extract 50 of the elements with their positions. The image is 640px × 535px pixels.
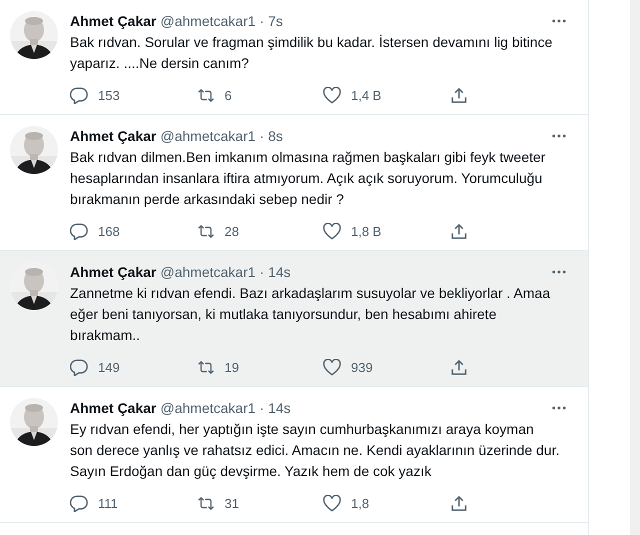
reply-count: 153 xyxy=(98,88,120,102)
reply-icon[interactable] xyxy=(70,494,88,512)
tweet-time[interactable]: · 8s xyxy=(260,128,283,144)
reply-count: 168 xyxy=(98,224,120,238)
more-icon[interactable] xyxy=(552,406,566,410)
share-icon[interactable] xyxy=(450,86,468,104)
retweet-count: 28 xyxy=(224,224,239,238)
author-name[interactable]: Ahmet Çakar xyxy=(70,264,156,280)
share-icon[interactable] xyxy=(450,494,468,512)
retweet-icon[interactable] xyxy=(196,358,214,376)
author-name[interactable]: Ahmet Çakar xyxy=(70,13,156,29)
retweet-count: 6 xyxy=(224,88,232,102)
share-icon[interactable] xyxy=(450,222,468,240)
more-icon[interactable] xyxy=(552,19,566,23)
heart-icon[interactable] xyxy=(323,86,341,104)
like-count: 1,4 B xyxy=(351,88,382,102)
author-handle[interactable]: @ahmetcakar1 xyxy=(160,264,256,280)
tweet-text: Zannetme ki rıdvan efendi. Bazı arkadaşlarım susuyolar ve bekliyorlar . Amaa eğer beni tanıyorsan, ki mutlaka tanıyorsundur, ben hesabımı ahirete bırakmam.. xyxy=(70,284,552,345)
reply-icon[interactable] xyxy=(70,222,88,240)
tweet-text: Ey rıdvan efendi, her yaptığın işte sayın cumhurbaşkanımızı araya koyman son derece yanlış ve rahatsız edici. Amacın ne. Kendi ayaklarının üzerinde dur. Sayın Erdoğan dan güç devşirme. Yazık hem de cok yazık xyxy=(70,420,560,481)
reply-count: 111 xyxy=(98,496,118,510)
retweet-icon[interactable] xyxy=(196,86,214,104)
heart-icon[interactable] xyxy=(323,358,341,376)
like-count: 939 xyxy=(351,360,373,374)
tweet-text: Bak rıdvan. Sorular ve fragman şimdilik bu kadar. İstersen devamını lig bitince yaparız. ....Ne dersin canım? xyxy=(70,33,554,73)
tweet-card[interactable]: Ahmet Çakar @ahmetcakar1 · 7s Bak rıdvan. Sorular ve fragman şimdilik bu kadar. İstersen devamını lig bitince yaparız. ....Ne dersin canım? 153 6 1,4 B xyxy=(0,0,588,115)
like-count: 1,8 xyxy=(351,496,370,510)
like-count: 1,8 B xyxy=(351,224,382,238)
more-icon[interactable] xyxy=(552,270,566,274)
author-handle[interactable]: @ahmetcakar1 xyxy=(160,128,256,144)
retweet-count: 19 xyxy=(224,360,239,374)
reply-count: 149 xyxy=(98,360,120,374)
author-name[interactable]: Ahmet Çakar xyxy=(70,128,156,144)
author-handle[interactable]: @ahmetcakar1 xyxy=(160,13,256,29)
tweet-time[interactable]: · 14s xyxy=(260,400,291,416)
reply-icon[interactable] xyxy=(70,86,88,104)
more-icon[interactable] xyxy=(552,134,566,138)
reply-icon[interactable] xyxy=(70,358,88,376)
tweet-time[interactable]: · 7s xyxy=(260,13,283,29)
author-name[interactable]: Ahmet Çakar xyxy=(70,400,156,416)
retweet-icon[interactable] xyxy=(196,494,214,512)
heart-icon[interactable] xyxy=(323,222,341,240)
author-handle[interactable]: @ahmetcakar1 xyxy=(160,400,256,416)
share-icon[interactable] xyxy=(450,358,468,376)
tweet-time[interactable]: · 14s xyxy=(260,264,291,280)
heart-icon[interactable] xyxy=(323,494,341,512)
retweet-icon[interactable] xyxy=(196,222,214,240)
tweet-text: Bak rıdvan dilmen.Ben imkanım olmasına rağmen başkaları gibi feyk tweeter hesaplarından insanlara iftira atmıyorum. Açık açık soruyorum. Yorumculuğu bırakmanın perde arkasındaki sebep nedir ? xyxy=(70,148,546,209)
retweet-count: 31 xyxy=(224,496,239,510)
tweet-card[interactable]: Ahmet Çakar @ahmetcakar1 · 14s Zannetme ki rıdvan efendi. Bazı arkadaşlarım susuyolar ve bekliyorlar . Amaa eğer beni tanıyorsan, ki mutlaka tanıyorsundur, ben hesabımı ahirete bırakmam.. 149 19 939 xyxy=(0,251,588,387)
